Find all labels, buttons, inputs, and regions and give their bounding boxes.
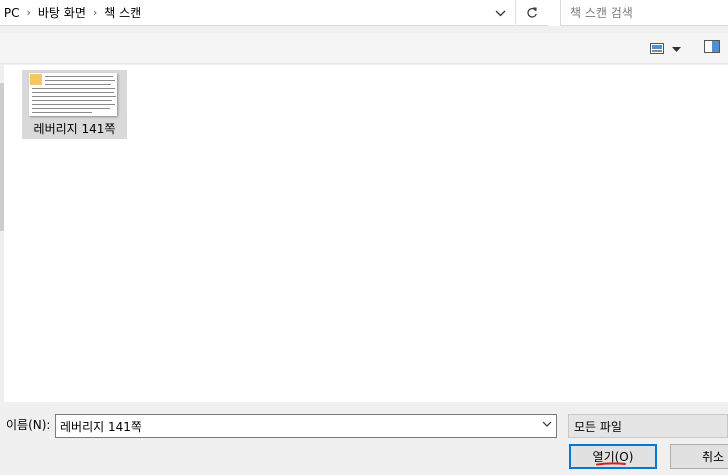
red-underline-annotation xyxy=(596,462,626,466)
address-search-gap xyxy=(548,0,560,26)
sticky-note-mark xyxy=(30,74,42,85)
breadcrumb-this-pc[interactable]: 내 PC xyxy=(0,4,19,21)
search-box[interactable] xyxy=(560,0,728,26)
filename-combobox[interactable] xyxy=(55,414,557,438)
file-name: 레버리지 141쪽 xyxy=(33,122,116,136)
cancel-button-label: 취소 xyxy=(702,450,725,464)
address-bar[interactable]: 내 PC › 바탕 화면 › 책 스캔 xyxy=(0,0,548,26)
chevron-down-icon[interactable] xyxy=(542,421,552,427)
search-input[interactable] xyxy=(570,5,728,20)
chevron-right-icon: › xyxy=(26,6,31,19)
view-mode-icon xyxy=(650,43,664,54)
filename-input[interactable] xyxy=(60,419,530,433)
filename-label: 이름(N): xyxy=(6,418,51,432)
file-type-filter-value: 모든 파일 xyxy=(574,419,622,434)
file-list: 레버리지 141쪽 xyxy=(4,65,728,402)
file-item[interactable]: 레버리지 141쪽 xyxy=(22,70,127,139)
document-thumbnail xyxy=(29,73,117,116)
address-history-button[interactable] xyxy=(486,0,514,26)
breadcrumb-desktop[interactable]: 바탕 화면 xyxy=(38,4,86,21)
chevron-down-icon xyxy=(672,46,681,52)
address-row: 내 PC › 바탕 화면 › 책 스캔 xyxy=(0,0,728,26)
breadcrumb-book-scan[interactable]: 책 스캔 xyxy=(104,4,141,21)
file-type-filter[interactable]: 모든 파일 xyxy=(568,414,728,438)
preview-pane-button[interactable] xyxy=(704,40,728,58)
chevron-down-icon xyxy=(495,10,505,16)
cancel-button[interactable]: 취소 xyxy=(670,444,728,469)
preview-pane-icon xyxy=(704,40,720,53)
file-open-dialog: 내 PC › 바탕 화면 › 책 스캔 xyxy=(0,0,728,475)
chevron-right-icon: › xyxy=(92,6,98,19)
toolbar xyxy=(0,33,728,64)
refresh-icon xyxy=(526,7,537,18)
refresh-button[interactable] xyxy=(515,0,547,26)
change-view-button[interactable] xyxy=(650,40,690,58)
